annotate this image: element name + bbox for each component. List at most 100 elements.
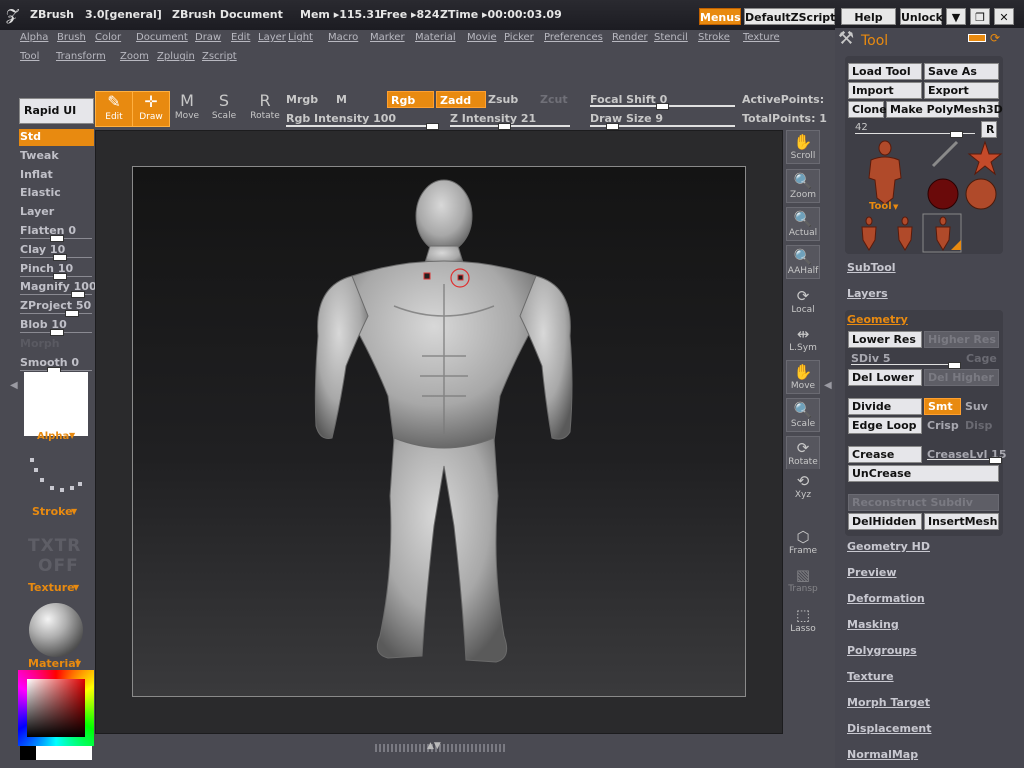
unlock-button[interactable]: Unlock <box>900 8 943 25</box>
color-picker-ring[interactable] <box>18 670 94 746</box>
uncrease-button[interactable]: UnCrease <box>848 465 999 482</box>
menu-render[interactable]: Render <box>612 32 648 43</box>
alpha-label[interactable]: Alpha <box>37 431 69 442</box>
menu-edit[interactable]: Edit <box>231 32 250 43</box>
suv-toggle[interactable]: Suv <box>965 400 988 413</box>
menu-picker[interactable]: Picker <box>504 32 534 43</box>
menu-zplugin[interactable]: Zplugin <box>157 51 195 62</box>
zoom-button[interactable]: 🔍 Zoom <box>786 169 820 203</box>
edge-loop-button[interactable]: Edge Loop <box>848 417 922 434</box>
palette-pin-icon[interactable] <box>968 34 986 42</box>
brush-smooth-slider[interactable] <box>20 366 92 374</box>
disp-toggle[interactable]: Disp <box>965 419 992 432</box>
geometry-section[interactable]: Geometry <box>847 313 908 326</box>
section-texture[interactable]: Texture <box>847 670 894 683</box>
del-higher-button[interactable]: Del Higher <box>924 369 999 386</box>
z-intensity-slider[interactable] <box>450 123 570 130</box>
subtool-section[interactable]: SubTool <box>847 261 896 274</box>
brush-clay-slider[interactable] <box>20 253 92 261</box>
section-polygroups[interactable]: Polygroups <box>847 644 917 657</box>
menu-preferences[interactable]: Preferences <box>544 32 603 43</box>
higher-res-button[interactable]: Higher Res <box>924 331 999 348</box>
marker-point[interactable] <box>423 272 431 280</box>
menu-stroke[interactable]: Stroke <box>698 32 730 43</box>
main-color-swatch[interactable] <box>36 746 92 760</box>
rotate-button[interactable]: ⟳ Rotate <box>786 436 820 470</box>
menu-material[interactable]: Material <box>415 32 456 43</box>
brush-zproject-slider[interactable] <box>20 310 92 318</box>
menu-light[interactable]: Light <box>288 32 313 43</box>
reset-r-button[interactable]: R <box>981 121 997 138</box>
brush-pinch-slider[interactable] <box>20 272 92 280</box>
section-displacement[interactable]: Displacement <box>847 722 932 735</box>
divide-button[interactable]: Divide <box>848 398 922 415</box>
section-normalmap[interactable]: NormalMap <box>847 748 918 761</box>
aahalf-button[interactable]: 🔍 AAHalf <box>786 245 820 279</box>
crease-button[interactable]: Crease <box>848 446 922 463</box>
menu-stencil[interactable]: Stencil <box>654 32 688 43</box>
crease-level-slider[interactable] <box>927 457 1002 464</box>
zcut-button[interactable]: Zcut <box>540 93 568 106</box>
menu-texture[interactable]: Texture <box>743 32 780 43</box>
xyz-button[interactable]: ⟲ Xyz <box>786 469 820 501</box>
palette-refresh-icon[interactable]: ⟳ <box>990 31 1000 45</box>
edit-mode-button[interactable]: ✎ Edit <box>95 91 133 127</box>
brush-blob-slider[interactable] <box>20 329 92 336</box>
crisp-toggle[interactable]: Crisp <box>927 419 959 432</box>
zadd-button[interactable]: Zadd <box>436 91 486 108</box>
zsub-button[interactable]: Zsub <box>488 93 518 106</box>
m-button[interactable]: M <box>336 93 347 106</box>
brush-flatten-slider[interactable] <box>20 235 92 242</box>
del-lower-button[interactable]: Del Lower <box>848 369 922 386</box>
scale-mode-button[interactable]: S Scale <box>205 91 243 127</box>
menu-movie[interactable]: Movie <box>467 32 497 43</box>
brush-elastic[interactable]: Elastic <box>20 186 61 199</box>
menu-macro[interactable]: Macro <box>328 32 358 43</box>
draw-mode-button[interactable]: ✛ Draw <box>132 91 170 127</box>
transp-button[interactable]: ▧ Transp <box>786 563 820 597</box>
actual-button[interactable]: 🔍 Actual <box>786 207 820 241</box>
section-deformation[interactable]: Deformation <box>847 592 925 605</box>
texture-label[interactable]: Texture <box>28 581 75 594</box>
rgb-intensity-slider[interactable] <box>286 123 439 130</box>
color-picker-square[interactable] <box>27 679 85 737</box>
lsym-button[interactable]: ⇹ L.Sym <box>786 322 820 356</box>
frame-button[interactable]: ⬡ Frame <box>786 525 820 559</box>
menu-layer[interactable]: Layer <box>258 32 286 43</box>
sdiv-slider[interactable] <box>851 362 961 369</box>
menus-button[interactable]: Menus <box>699 8 741 25</box>
insertmesh-button[interactable]: InsertMesh <box>924 513 999 530</box>
menu-brush[interactable]: Brush <box>57 32 86 43</box>
close-button[interactable]: ✕ <box>994 8 1014 25</box>
brush-inflat[interactable]: Inflat <box>20 168 53 181</box>
menu-marker[interactable]: Marker <box>370 32 405 43</box>
smt-toggle[interactable]: Smt <box>924 398 961 415</box>
minimize-button[interactable]: ▼ <box>946 8 966 25</box>
help-button[interactable]: Help <box>841 8 896 25</box>
layers-section[interactable]: Layers <box>847 287 888 300</box>
brush-zproject[interactable]: ZProject 50 <box>20 299 91 312</box>
brush-layer[interactable]: Layer <box>20 205 54 218</box>
stroke-label[interactable]: Stroke <box>32 505 73 518</box>
move-mode-button[interactable]: M Move <box>168 91 206 127</box>
restore-button[interactable]: ❐ <box>970 8 990 25</box>
left-collapse-icon[interactable]: ◀ <box>10 380 18 404</box>
bottom-shelf-handle[interactable]: ▲▼ <box>375 741 505 752</box>
menu-zscript[interactable]: Zscript <box>202 51 237 62</box>
menu-color[interactable]: Color <box>95 32 121 43</box>
secondary-color-swatch[interactable] <box>20 746 36 760</box>
brush-magnify-slider[interactable] <box>20 291 92 299</box>
import-button[interactable]: Import <box>848 82 922 99</box>
menu-draw[interactable]: Draw <box>195 32 221 43</box>
menu-zoom[interactable]: Zoom <box>120 51 149 62</box>
section-morph-target[interactable]: Morph Target <box>847 696 930 709</box>
draw-size-slider[interactable] <box>590 123 735 130</box>
reconstruct-subdiv-button[interactable]: Reconstruct Subdiv <box>848 494 999 511</box>
tool-thumbnails[interactable] <box>855 138 1003 254</box>
scale-button[interactable]: 🔍 Scale <box>786 398 820 432</box>
tool-size-slider[interactable] <box>855 131 975 138</box>
cage-button[interactable]: Cage <box>966 352 997 365</box>
mrgb-button[interactable]: Mrgb <box>286 93 318 106</box>
lower-res-button[interactable]: Lower Res <box>848 331 922 348</box>
menu-document[interactable]: Document <box>136 32 188 43</box>
